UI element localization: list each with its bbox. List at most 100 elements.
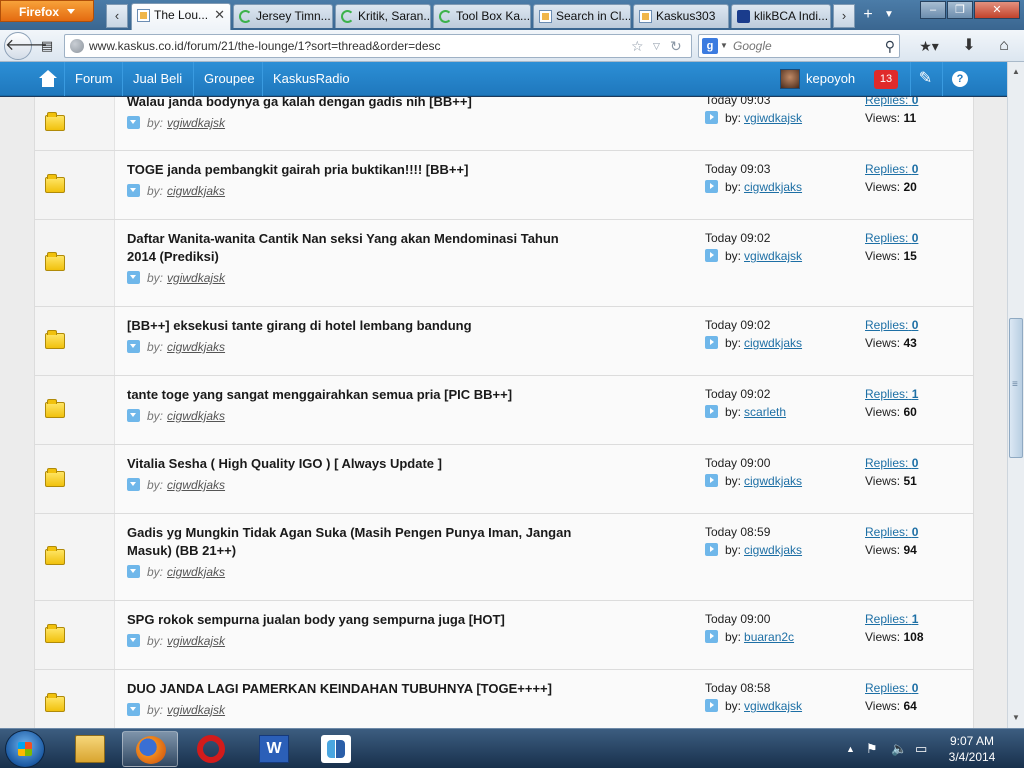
last-post-user[interactable]: vgiwdkajsk xyxy=(744,249,802,263)
go-to-last-post-icon[interactable] xyxy=(705,336,718,349)
go-to-last-post-icon[interactable] xyxy=(705,180,718,193)
last-post-user[interactable]: cigwdkjaks xyxy=(744,336,802,350)
go-to-last-post-icon[interactable] xyxy=(705,249,718,262)
thread-title[interactable]: Vitalia Sesha ( High Quality IGO ) [ Alw… xyxy=(127,455,587,473)
thread-author[interactable]: cigwdkjaks xyxy=(167,340,225,354)
thread-row[interactable]: Walau janda bodynya ga kalah dengan gadi… xyxy=(35,97,973,151)
thread-title[interactable]: Walau janda bodynya ga kalah dengan gadi… xyxy=(127,97,587,111)
thread-row[interactable]: Vitalia Sesha ( High Quality IGO ) [ Alw… xyxy=(35,445,973,514)
thread-row[interactable]: TOGE janda pembangkit gairah pria buktik… xyxy=(35,151,973,220)
last-post-user[interactable]: scarleth xyxy=(744,405,786,419)
thread-row[interactable]: [BB++] eksekusi tante girang di hotel le… xyxy=(35,307,973,376)
new-tab-icon[interactable]: + xyxy=(857,4,879,26)
replies-count[interactable]: Replies: 0 xyxy=(865,97,918,107)
list-all-tabs-icon[interactable]: ▼ xyxy=(878,4,900,26)
thread-preview-icon[interactable] xyxy=(127,565,140,578)
home-icon[interactable]: ⌂ xyxy=(990,34,1018,58)
last-post-user[interactable]: cigwdkjaks xyxy=(744,474,802,488)
nav-jual-beli[interactable]: Jual Beli xyxy=(122,62,192,96)
search-engine-dropdown-icon[interactable]: ▼ xyxy=(720,35,728,57)
last-post-user[interactable]: buaran2c xyxy=(744,630,794,644)
bookmark-star-icon[interactable]: ☆ xyxy=(631,35,644,57)
page-scrollbar[interactable]: ▲ ▼ xyxy=(1007,62,1024,728)
thread-row[interactable]: Gadis yg Mungkin Tidak Agan Suka (Masih … xyxy=(35,514,973,601)
replies-count[interactable]: Replies: 1 xyxy=(865,612,918,626)
tab-kritik-saran[interactable]: Kritik, Saran... xyxy=(335,4,431,28)
last-post-user[interactable]: vgiwdkajsk xyxy=(744,699,802,713)
tab-scroll-right-button[interactable]: › xyxy=(833,4,855,28)
bookmarks-icon[interactable]: ★▾ xyxy=(914,34,944,58)
volume-icon[interactable]: 🔈 xyxy=(891,729,907,768)
taskbar-firefox[interactable] xyxy=(122,731,178,767)
thread-author[interactable]: vgiwdkajsk xyxy=(167,116,225,130)
tab-kaskus303[interactable]: Kaskus303 xyxy=(633,4,729,28)
google-icon[interactable]: g xyxy=(702,38,718,54)
tab-jersey[interactable]: Jersey Timn... xyxy=(233,4,333,28)
show-hidden-icons[interactable]: ▲ xyxy=(846,729,855,768)
view-page-info-icon[interactable]: ▤ xyxy=(36,34,58,58)
kaskus-home-icon[interactable] xyxy=(30,62,64,96)
thread-author[interactable]: cigwdkjaks xyxy=(167,409,225,423)
go-to-last-post-icon[interactable] xyxy=(705,699,718,712)
thread-preview-icon[interactable] xyxy=(127,409,140,422)
tab-search-in-cl[interactable]: Search in Cl... xyxy=(533,4,631,28)
avatar[interactable] xyxy=(780,69,800,89)
replies-count[interactable]: Replies: 0 xyxy=(865,318,918,332)
nav-kaskus-radio[interactable]: KaskusRadio xyxy=(262,62,360,96)
network-icon[interactable]: ▭ xyxy=(915,729,927,768)
thread-preview-icon[interactable] xyxy=(127,478,140,491)
last-post-user[interactable]: cigwdkjaks xyxy=(744,543,802,557)
nav-forum[interactable]: Forum xyxy=(64,62,123,96)
nav-groupee[interactable]: Groupee xyxy=(193,62,265,96)
replies-count[interactable]: Replies: 0 xyxy=(865,231,918,245)
last-post-user[interactable]: vgiwdkajsk xyxy=(744,111,802,125)
replies-count[interactable]: Replies: 0 xyxy=(865,525,918,539)
history-dropdown-icon[interactable]: ▽ xyxy=(653,35,660,57)
url-bar[interactable]: www.kaskus.co.id/forum/21/the-lounge/1?s… xyxy=(64,34,692,58)
help-button[interactable]: ? xyxy=(942,62,976,96)
thread-preview-icon[interactable] xyxy=(127,634,140,647)
thread-author[interactable]: vgiwdkajsk xyxy=(167,634,225,648)
go-to-last-post-icon[interactable] xyxy=(705,543,718,556)
go-to-last-post-icon[interactable] xyxy=(705,630,718,643)
go-to-last-post-icon[interactable] xyxy=(705,111,718,124)
scrollbar-thumb[interactable] xyxy=(1009,318,1023,458)
thread-row[interactable]: SPG rokok sempurna jualan body yang semp… xyxy=(35,601,973,670)
thread-preview-icon[interactable] xyxy=(127,184,140,197)
thread-row[interactable]: tante toge yang sangat menggairahkan sem… xyxy=(35,376,973,445)
create-thread-pencil-icon[interactable]: ✎ xyxy=(910,62,940,96)
replies-count[interactable]: Replies: 1 xyxy=(865,387,918,401)
thread-title[interactable]: [BB++] eksekusi tante girang di hotel le… xyxy=(127,317,587,335)
thread-title[interactable]: tante toge yang sangat menggairahkan sem… xyxy=(127,386,587,404)
firefox-menu-button[interactable]: Firefox xyxy=(0,0,94,22)
minimize-icon[interactable]: – xyxy=(920,1,946,19)
thread-preview-icon[interactable] xyxy=(127,703,140,716)
thread-preview-icon[interactable] xyxy=(127,340,140,353)
thread-preview-icon[interactable] xyxy=(127,116,140,129)
close-window-icon[interactable]: ✕ xyxy=(974,1,1020,19)
thread-row[interactable]: DUO JANDA LAGI PAMERKAN KEINDAHAN TUBUHN… xyxy=(35,670,973,728)
thread-title[interactable]: Gadis yg Mungkin Tidak Agan Suka (Masih … xyxy=(127,524,587,560)
replies-count[interactable]: Replies: 0 xyxy=(865,162,918,176)
close-tab-icon[interactable]: ✕ xyxy=(214,4,225,26)
url-text[interactable]: www.kaskus.co.id/forum/21/the-lounge/1?s… xyxy=(89,35,441,57)
replies-count[interactable]: Replies: 0 xyxy=(865,456,918,470)
thread-preview-icon[interactable] xyxy=(127,271,140,284)
thread-row[interactable]: Daftar Wanita-wanita Cantik Nan seksi Ya… xyxy=(35,220,973,307)
tab-klikbca[interactable]: klikBCA Indi... xyxy=(731,4,831,28)
taskbar-opera[interactable] xyxy=(184,731,240,767)
notification-badge[interactable]: 13 xyxy=(874,70,898,89)
thread-title[interactable]: DUO JANDA LAGI PAMERKAN KEINDAHAN TUBUHN… xyxy=(127,680,587,698)
scroll-up-arrow-icon[interactable]: ▲ xyxy=(1008,64,1024,80)
taskbar-app[interactable] xyxy=(308,731,364,767)
thread-author[interactable]: cigwdkjaks xyxy=(167,565,225,579)
taskbar-word[interactable]: W xyxy=(246,731,302,767)
action-center-flag-icon[interactable]: ⚑ xyxy=(866,729,878,768)
restore-icon[interactable]: ❐ xyxy=(947,1,973,19)
thread-title[interactable]: TOGE janda pembangkit gairah pria buktik… xyxy=(127,161,587,179)
downloads-icon[interactable]: ⬇ xyxy=(956,34,982,58)
tab-the-lounge[interactable]: The Lou... ✕ xyxy=(131,3,231,30)
search-icon[interactable]: ⚲ xyxy=(885,35,895,57)
thread-title[interactable]: Daftar Wanita-wanita Cantik Nan seksi Ya… xyxy=(127,230,587,266)
thread-author[interactable]: cigwdkjaks xyxy=(167,184,225,198)
